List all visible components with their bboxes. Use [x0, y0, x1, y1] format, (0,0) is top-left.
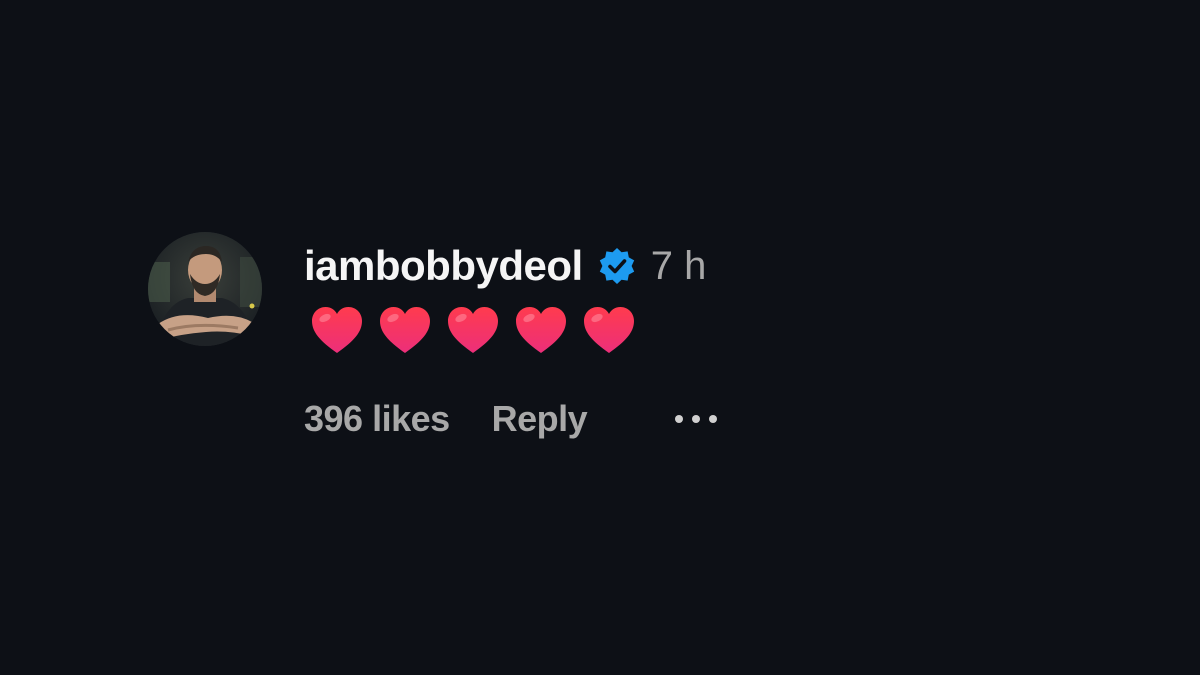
- red-heart-icon: [448, 307, 498, 353]
- red-heart-icon: [380, 307, 430, 353]
- avatar[interactable]: [148, 232, 262, 346]
- red-heart-icon: [584, 307, 634, 353]
- verified-badge-icon: [597, 246, 637, 286]
- reply-button[interactable]: Reply: [492, 398, 588, 440]
- more-dot: [709, 415, 718, 423]
- more-options-icon[interactable]: [671, 399, 721, 439]
- comment: iambobbydeol 7 h 396 likes Reply: [148, 232, 828, 462]
- comment-actions: 396 likes Reply: [304, 394, 721, 444]
- likes-count-button[interactable]: 396 likes: [304, 398, 450, 440]
- comment-header: iambobbydeol 7 h: [304, 238, 706, 294]
- red-heart-icon: [516, 307, 566, 353]
- comment-body: [310, 302, 636, 358]
- username[interactable]: iambobbydeol: [304, 242, 583, 290]
- red-heart-icon: [312, 307, 362, 353]
- avatar-image: [148, 232, 262, 346]
- more-dot: [675, 415, 684, 423]
- more-dot: [692, 415, 701, 423]
- comment-panel: iambobbydeol 7 h 396 likes Reply: [0, 0, 1200, 675]
- timestamp: 7 h: [650, 243, 707, 288]
